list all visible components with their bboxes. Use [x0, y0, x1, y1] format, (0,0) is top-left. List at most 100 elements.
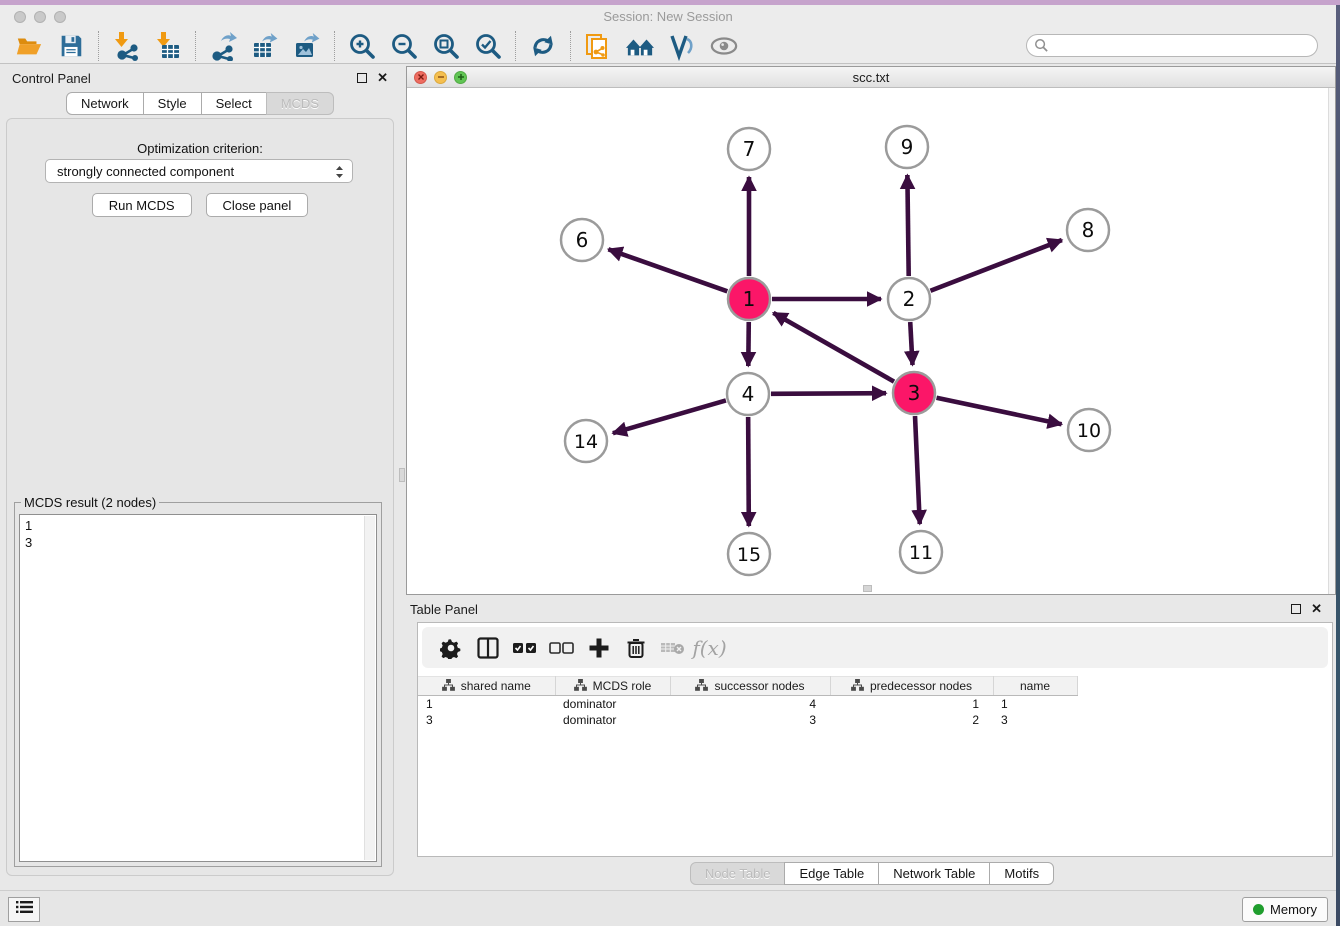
tab-style[interactable]: Style — [143, 92, 202, 115]
table-cell[interactable]: dominator — [555, 712, 670, 728]
table-cell[interactable]: 3 — [993, 712, 1077, 728]
run-mcds-button[interactable]: Run MCDS — [92, 193, 192, 217]
table-cell[interactable]: dominator — [555, 696, 670, 712]
tab-network-table[interactable]: Network Table — [878, 862, 990, 885]
table-cell[interactable]: 3 — [418, 712, 555, 728]
graph-edge-3-11[interactable] — [915, 416, 920, 524]
export-network-icon[interactable] — [202, 30, 244, 62]
graph-edge-4-3[interactable] — [771, 393, 886, 394]
tab-node-table[interactable]: Node Table — [690, 862, 786, 885]
graph-node-2[interactable]: 2 — [888, 278, 930, 320]
zoom-in-icon[interactable] — [341, 30, 383, 62]
task-history-button[interactable] — [8, 897, 40, 922]
graph-edge-3-10[interactable] — [937, 398, 1062, 424]
toolbar-separator — [515, 31, 516, 61]
graph-node-10[interactable]: 10 — [1068, 409, 1110, 451]
search-input[interactable] — [1026, 34, 1318, 57]
graph-edge-1-6[interactable] — [608, 249, 727, 291]
application-window: Session: New Session — [0, 0, 1340, 926]
svg-text:7: 7 — [743, 137, 756, 161]
graph-edge-4-15[interactable] — [748, 417, 749, 526]
column-header-name[interactable]: name — [993, 677, 1077, 696]
column-header-shared-name[interactable]: shared name — [418, 677, 555, 696]
close-table-panel-icon[interactable]: ✕ — [1311, 604, 1322, 614]
network-vertical-scrollbar[interactable] — [1328, 88, 1335, 594]
svg-text:11: 11 — [909, 542, 933, 564]
graph-edge-2-9[interactable] — [907, 175, 908, 276]
graph-node-8[interactable]: 8 — [1067, 209, 1109, 251]
network-view-window: scc.txt 1 2 3 4 6 7 8 9 10 11 14 15 — [406, 66, 1336, 595]
column-layout-icon[interactable] — [469, 633, 506, 663]
export-table-icon[interactable] — [244, 30, 286, 62]
show-graphics-details-icon[interactable] — [661, 30, 703, 62]
zoom-selected-icon[interactable] — [467, 30, 509, 62]
column-header-successor-nodes[interactable]: successor nodes — [670, 677, 830, 696]
graph-node-6[interactable]: 6 — [561, 219, 603, 261]
close-panel-icon[interactable]: ✕ — [377, 73, 388, 83]
table-cell[interactable]: 2 — [830, 712, 993, 728]
graph-node-4[interactable]: 4 — [727, 373, 769, 415]
table-row[interactable]: 1dominator411 — [418, 696, 1077, 712]
export-image-icon[interactable] — [286, 30, 328, 62]
table-cell[interactable]: 3 — [670, 712, 830, 728]
network-window-titlebar[interactable]: scc.txt — [407, 67, 1335, 88]
mcds-result-list[interactable]: 13 — [19, 514, 377, 862]
tab-network[interactable]: Network — [66, 92, 144, 115]
tab-mcds[interactable]: MCDS — [266, 92, 334, 115]
panel-divider-handle[interactable] — [399, 468, 405, 482]
table-row[interactable]: 3dominator323 — [418, 712, 1077, 728]
graph-node-7[interactable]: 7 — [728, 128, 770, 170]
tree-icon — [442, 679, 455, 694]
mcds-result-line: 1 — [25, 517, 371, 534]
network-resize-handle[interactable] — [863, 585, 872, 592]
refresh-layout-icon[interactable] — [522, 30, 564, 62]
graph-node-1[interactable]: 1 — [728, 278, 770, 320]
gear-icon[interactable] — [432, 633, 469, 663]
search-icon — [1034, 38, 1049, 58]
table-cell[interactable]: 4 — [670, 696, 830, 712]
float-panel-icon[interactable] — [357, 73, 367, 83]
graph-node-11[interactable]: 11 — [900, 531, 942, 573]
graph-edge-2-8[interactable] — [930, 240, 1061, 291]
criterion-select[interactable]: strongly connected component — [45, 159, 353, 183]
select-all-icon[interactable] — [506, 633, 543, 663]
add-icon[interactable] — [580, 633, 617, 663]
column-header-MCDS-role[interactable]: MCDS role — [555, 677, 670, 696]
delete-icon[interactable] — [617, 633, 654, 663]
zoom-out-icon[interactable] — [383, 30, 425, 62]
memory-button[interactable]: Memory — [1242, 897, 1328, 922]
tab-edge-table[interactable]: Edge Table — [784, 862, 879, 885]
import-network-icon[interactable] — [105, 30, 147, 62]
tree-icon — [574, 679, 587, 694]
import-table-icon[interactable] — [147, 30, 189, 62]
delete-column-icon[interactable] — [654, 633, 691, 663]
tab-select[interactable]: Select — [201, 92, 267, 115]
new-network-icon[interactable] — [577, 30, 619, 62]
graph-node-14[interactable]: 14 — [565, 420, 607, 462]
table-cell[interactable]: 1 — [418, 696, 555, 712]
result-scrollbar[interactable] — [364, 516, 375, 860]
eye-icon[interactable] — [703, 30, 745, 62]
open-session-icon[interactable] — [8, 30, 50, 62]
graph-edge-3-1[interactable] — [773, 313, 894, 382]
deselect-all-icon[interactable] — [543, 633, 580, 663]
window-title: Session: New Session — [0, 9, 1336, 24]
graph-edge-2-3[interactable] — [910, 322, 912, 365]
table-cell[interactable]: 1 — [993, 696, 1077, 712]
graph-node-3[interactable]: 3 — [893, 372, 935, 414]
float-table-panel-icon[interactable] — [1291, 604, 1301, 614]
zoom-fit-icon[interactable] — [425, 30, 467, 62]
table-cell[interactable]: 1 — [830, 696, 993, 712]
graph-edge-4-14[interactable] — [613, 400, 726, 433]
function-builder-icon[interactable]: f(x) — [691, 633, 728, 663]
save-session-icon[interactable] — [50, 30, 92, 62]
tab-motifs[interactable]: Motifs — [989, 862, 1054, 885]
graph-node-9[interactable]: 9 — [886, 126, 928, 168]
close-panel-button[interactable]: Close panel — [206, 193, 309, 217]
column-header-predecessor-nodes[interactable]: predecessor nodes — [830, 677, 993, 696]
home-icon[interactable] — [619, 30, 661, 62]
graph-node-15[interactable]: 15 — [728, 533, 770, 575]
tree-icon — [851, 679, 864, 694]
network-canvas[interactable]: 1 2 3 4 6 7 8 9 10 11 14 15 — [407, 88, 1335, 594]
svg-text:1: 1 — [743, 287, 756, 311]
